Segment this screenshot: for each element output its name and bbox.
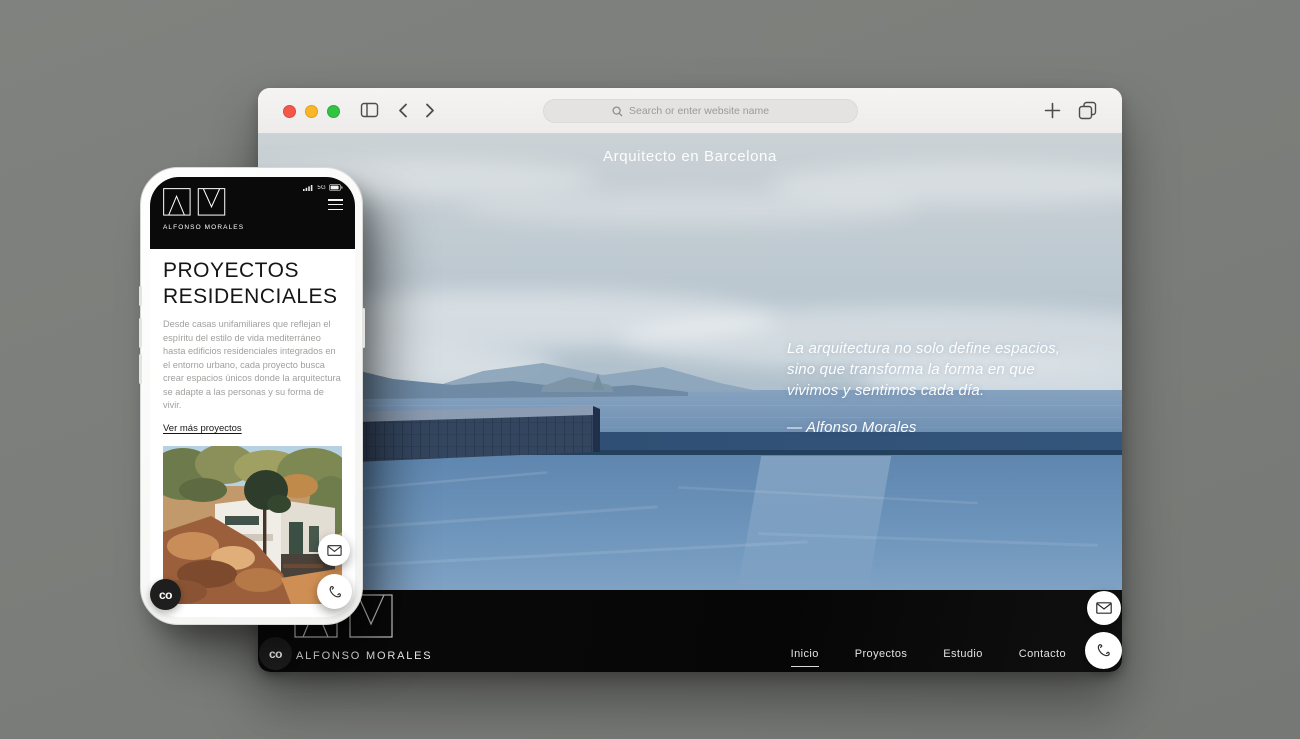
network-label: 5G	[317, 185, 326, 191]
back-button[interactable]	[398, 103, 408, 123]
page-title-line: PROYECTOS	[163, 258, 342, 284]
email-icon	[327, 545, 342, 556]
phone-power-button	[362, 308, 365, 348]
intro-paragraph: Desde casas unifamiliares que reflejan e…	[163, 318, 342, 413]
phone-volume-down-button	[139, 354, 142, 384]
nav-item-proyectos[interactable]: Proyectos	[855, 648, 908, 660]
phone-icon	[1095, 642, 1112, 659]
quote-line: La arquitectura no solo define espacios,	[787, 338, 1087, 359]
phone-mute-switch	[139, 286, 142, 306]
sidebar-toggle-icon[interactable]	[360, 101, 380, 124]
search-icon	[612, 106, 623, 117]
email-icon	[1096, 602, 1112, 614]
site-footer: ALFONSO MORALES Inicio Proyectos Estudio…	[258, 590, 1122, 672]
browser-toolbar	[258, 88, 1122, 134]
brand-name: ALFONSO MORALES	[296, 650, 432, 662]
minimize-window-button[interactable]	[305, 105, 318, 118]
phone-mockup: 5G ALFONSO MORALES	[140, 167, 363, 625]
email-button[interactable]	[1087, 591, 1121, 625]
mobile-header: 5G ALFONSO MORALES	[150, 177, 355, 249]
phone-button-mobile[interactable]	[317, 574, 352, 609]
tab-overview-icon[interactable]	[1078, 101, 1097, 125]
phone-icon	[327, 584, 343, 600]
mobile-brand-logo	[163, 188, 226, 222]
mobile-brand-name: ALFONSO MORALES	[163, 224, 244, 231]
hero-tagline: Arquitecto en Barcelona	[258, 148, 1122, 165]
watermark-badge: co	[150, 579, 181, 610]
menu-button[interactable]	[328, 199, 343, 213]
hero-quote: La arquitectura no solo define espacios,…	[787, 338, 1087, 438]
watermark-badge: co	[259, 637, 292, 670]
address-bar[interactable]	[543, 99, 858, 123]
close-window-button[interactable]	[283, 105, 296, 118]
quote-attribution: — Alfonso Morales	[787, 417, 1087, 438]
hero-section: Arquitecto en Barcelona La arquitectura …	[258, 134, 1122, 590]
status-bar: 5G	[303, 184, 343, 191]
watermark-label: co	[269, 647, 282, 661]
search-input[interactable]	[629, 105, 789, 117]
main-navigation: Inicio Proyectos Estudio Contacto	[791, 648, 1066, 660]
email-button-mobile[interactable]	[318, 534, 350, 566]
quote-line: sino que transforma la forma en que	[787, 359, 1087, 380]
nav-item-contacto[interactable]: Contacto	[1019, 648, 1066, 660]
phone-volume-up-button	[139, 318, 142, 348]
signal-icon	[303, 184, 314, 191]
desktop-background: Arquitecto en Barcelona La arquitectura …	[0, 0, 1300, 739]
battery-icon	[329, 184, 343, 191]
page-title: PROYECTOS RESIDENCIALES	[163, 258, 342, 310]
page-title-line: RESIDENCIALES	[163, 284, 342, 310]
browser-window: Arquitecto en Barcelona La arquitectura …	[258, 88, 1122, 672]
forward-button[interactable]	[425, 103, 435, 123]
project-photo	[163, 446, 342, 604]
see-more-projects-link[interactable]: Ver más proyectos	[163, 423, 242, 434]
phone-button[interactable]	[1085, 632, 1122, 669]
watermark-label: co	[159, 588, 172, 602]
window-controls	[283, 105, 340, 118]
nav-item-inicio[interactable]: Inicio	[791, 648, 819, 660]
zoom-window-button[interactable]	[327, 105, 340, 118]
new-tab-button[interactable]	[1044, 102, 1061, 124]
nav-item-estudio[interactable]: Estudio	[943, 648, 983, 660]
quote-line: vivimos y sentimos cada día.	[787, 380, 1087, 401]
